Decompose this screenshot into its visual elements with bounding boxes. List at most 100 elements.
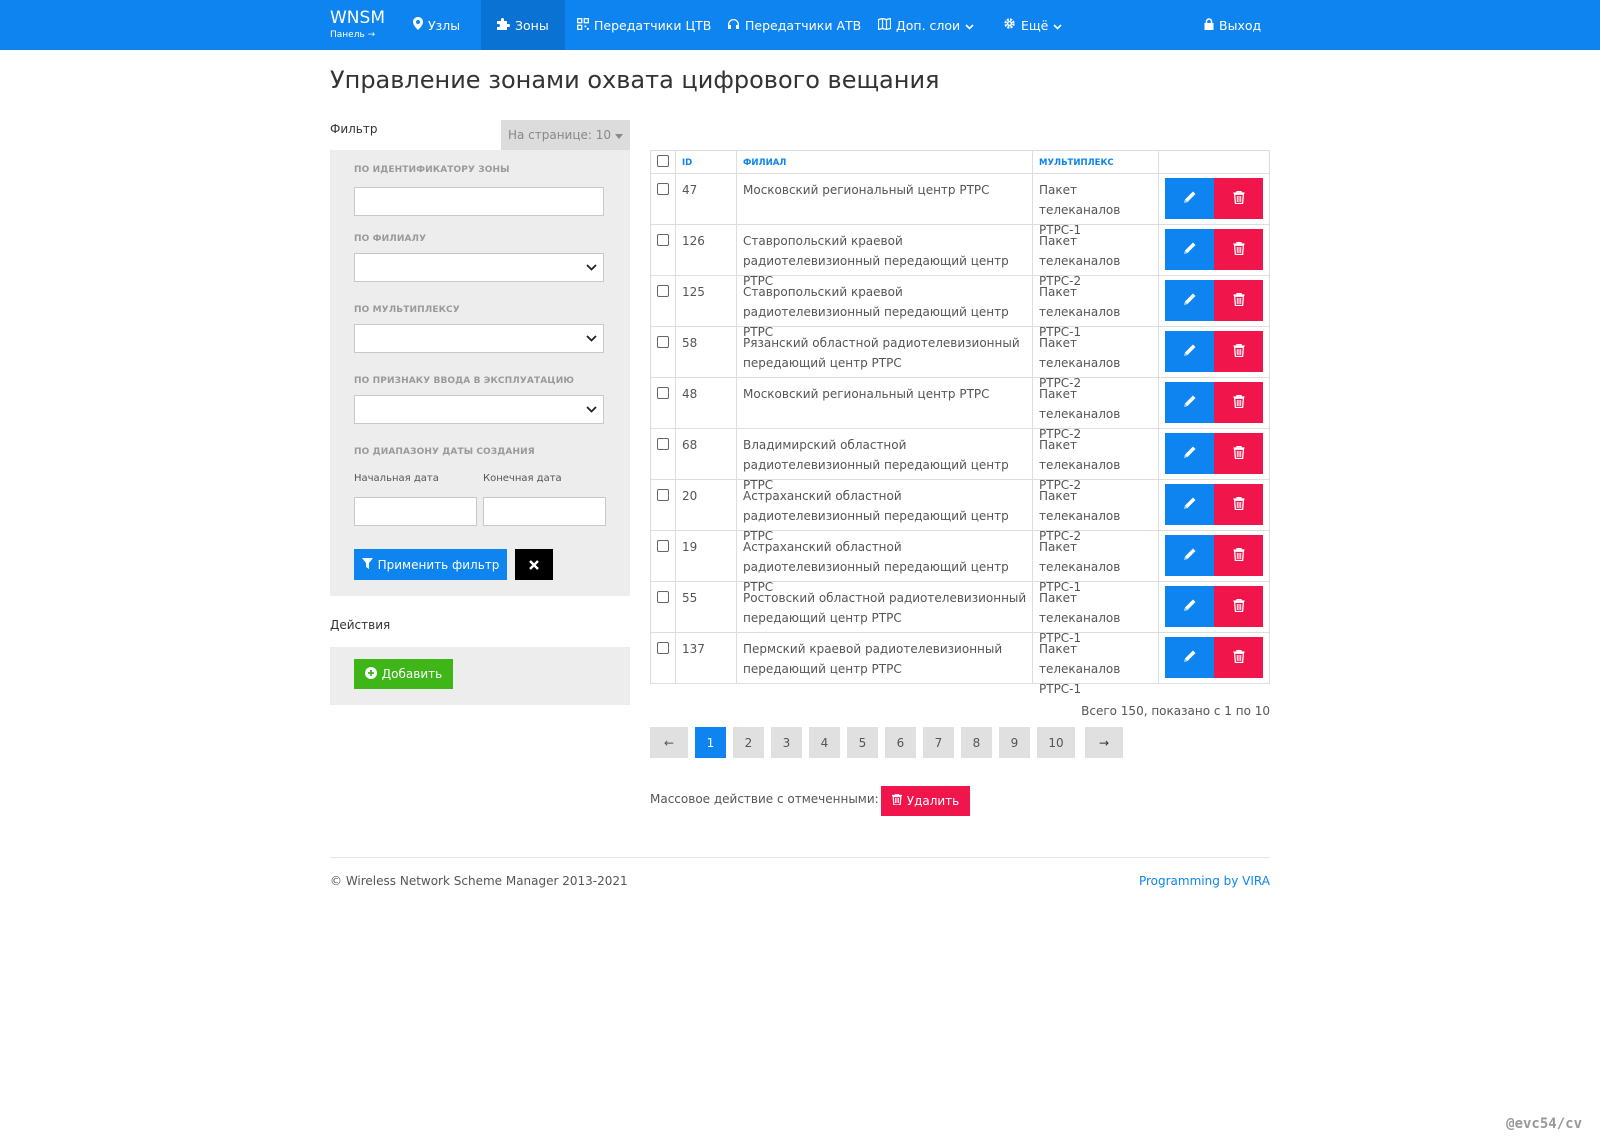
delete-button[interactable]	[1214, 280, 1263, 321]
delete-button[interactable]	[1214, 484, 1263, 525]
delete-button[interactable]	[1214, 535, 1263, 576]
nav-item-nodes[interactable]: Узлы	[413, 0, 460, 50]
delete-button[interactable]	[1214, 331, 1263, 372]
per-page-dropdown[interactable]: На странице: 10	[501, 120, 630, 150]
filter-id-input[interactable]	[354, 187, 604, 216]
delete-button[interactable]	[1214, 178, 1263, 219]
cell-branch: Рязанский областной радиотелевизионный п…	[743, 336, 1020, 370]
trash-icon	[1233, 444, 1245, 463]
delete-button[interactable]	[1214, 586, 1263, 627]
filter-branch-select[interactable]	[354, 253, 604, 282]
delete-button[interactable]	[1214, 382, 1263, 423]
brand-title[interactable]: WNSM	[330, 8, 385, 28]
table-row: 19 Астраханский областной радиотелевизион…	[651, 531, 1269, 594]
row-checkbox[interactable]	[657, 387, 669, 399]
delete-button[interactable]	[1214, 433, 1263, 474]
start-date-input[interactable]	[354, 497, 477, 526]
nav-item-dtv-transmitters[interactable]: Передатчики ЦТВ	[577, 0, 711, 50]
page-button[interactable]: 6	[885, 727, 916, 758]
bulk-delete-button[interactable]: Удалить	[881, 786, 970, 816]
table-row: 68 Владимирский областной радиотелевизион…	[651, 429, 1269, 492]
filter-mux-label: по мультиплексу	[354, 305, 460, 315]
trash-icon	[1233, 393, 1245, 412]
header-branch[interactable]: Филиал	[743, 158, 786, 168]
row-checkbox[interactable]	[657, 234, 669, 246]
panel-link[interactable]: Панель →	[330, 30, 385, 40]
edit-button[interactable]	[1165, 178, 1214, 219]
page-button[interactable]: 4	[809, 727, 840, 758]
map-icon	[877, 17, 892, 33]
nav-item-more[interactable]: Ещё	[1003, 0, 1062, 50]
prev-page-button[interactable]: ←	[650, 727, 688, 758]
filter-status-select[interactable]	[354, 395, 604, 424]
chevron-down-icon	[1053, 18, 1062, 33]
page-button[interactable]: 5	[847, 727, 878, 758]
row-checkbox[interactable]	[657, 642, 669, 654]
filter-mux-select[interactable]	[354, 324, 604, 353]
end-date-input[interactable]	[483, 497, 606, 526]
edit-button[interactable]	[1165, 535, 1214, 576]
select-all-checkbox[interactable]	[657, 155, 669, 167]
page-button[interactable]: 9	[999, 727, 1030, 758]
edit-button[interactable]	[1165, 484, 1214, 525]
edit-button[interactable]	[1165, 637, 1214, 678]
page-button[interactable]: 3	[771, 727, 802, 758]
edit-button[interactable]	[1165, 382, 1214, 423]
table-row: 126 Ставропольский краевой радиотелевизио…	[651, 225, 1269, 288]
cell-branch: Московский региональный центр РТРС	[743, 387, 990, 401]
filter-branch-label: по филиалу	[354, 234, 427, 244]
cell-id: 19	[682, 540, 698, 554]
delete-button[interactable]	[1214, 229, 1263, 270]
edit-button[interactable]	[1165, 229, 1214, 270]
page-button[interactable]: 1	[695, 727, 726, 758]
pencil-icon	[1183, 444, 1197, 463]
trash-icon	[1233, 648, 1245, 667]
edit-button[interactable]	[1165, 586, 1214, 627]
nav-label-dtv-transmitters: Передатчики ЦТВ	[594, 17, 712, 33]
edit-button[interactable]	[1165, 331, 1214, 372]
bulk-action-label: Массовое действие с отмеченными:	[650, 792, 879, 806]
row-checkbox[interactable]	[657, 183, 669, 195]
close-icon	[529, 555, 539, 574]
cell-id: 137	[682, 642, 705, 656]
row-checkbox[interactable]	[657, 438, 669, 450]
cell-id: 48	[682, 387, 698, 401]
table-row: 48 Московский региональный центр РТРС Паке…	[651, 378, 1269, 441]
page-button[interactable]: 2	[733, 727, 764, 758]
nav-label-nodes: Узлы	[428, 17, 461, 33]
edit-button[interactable]	[1165, 280, 1214, 321]
trash-icon	[1233, 189, 1245, 208]
delete-button[interactable]	[1214, 637, 1263, 678]
edit-button[interactable]	[1165, 433, 1214, 474]
chevron-down-icon	[586, 406, 597, 413]
nav-item-atv-transmitters[interactable]: Передатчики АТВ	[727, 0, 861, 50]
pencil-icon	[1183, 291, 1197, 310]
cell-id: 55	[682, 591, 698, 605]
filter-panel: по идентификатору зоны по филиалу по мул…	[330, 150, 630, 596]
trash-icon	[1233, 291, 1245, 310]
row-checkbox[interactable]	[657, 540, 669, 552]
header-mux[interactable]: Мультиплекс	[1039, 158, 1114, 168]
row-checkbox[interactable]	[657, 336, 669, 348]
row-checkbox[interactable]	[657, 591, 669, 603]
page-button[interactable]: 10	[1037, 727, 1075, 758]
nav-label-extra-layers: Доп. слои	[896, 17, 961, 33]
logout-link[interactable]: Выход	[1204, 0, 1261, 50]
header-id[interactable]: ID	[682, 158, 692, 168]
row-checkbox[interactable]	[657, 489, 669, 501]
footer-copyright: © Wireless Network Scheme Manager 2013-2…	[330, 874, 628, 888]
next-page-button[interactable]: →	[1085, 727, 1123, 758]
cell-id: 47	[682, 183, 698, 197]
page-button[interactable]: 8	[961, 727, 992, 758]
apply-filter-button[interactable]: Применить фильтр	[354, 549, 507, 580]
cell-id: 126	[682, 234, 705, 248]
add-button[interactable]: Добавить	[354, 659, 453, 689]
page-button[interactable]: 7	[923, 727, 954, 758]
nav-item-zones[interactable]: Зоны	[481, 0, 565, 50]
nav-item-extra-layers[interactable]: Доп. слои	[877, 0, 974, 50]
row-checkbox[interactable]	[657, 285, 669, 297]
clear-filter-button[interactable]	[515, 549, 553, 580]
footer-credit-link[interactable]: Programming by VIRA	[1139, 874, 1270, 888]
brand[interactable]: WNSM Панель →	[330, 8, 385, 40]
end-date-label: Конечная дата	[483, 473, 562, 484]
